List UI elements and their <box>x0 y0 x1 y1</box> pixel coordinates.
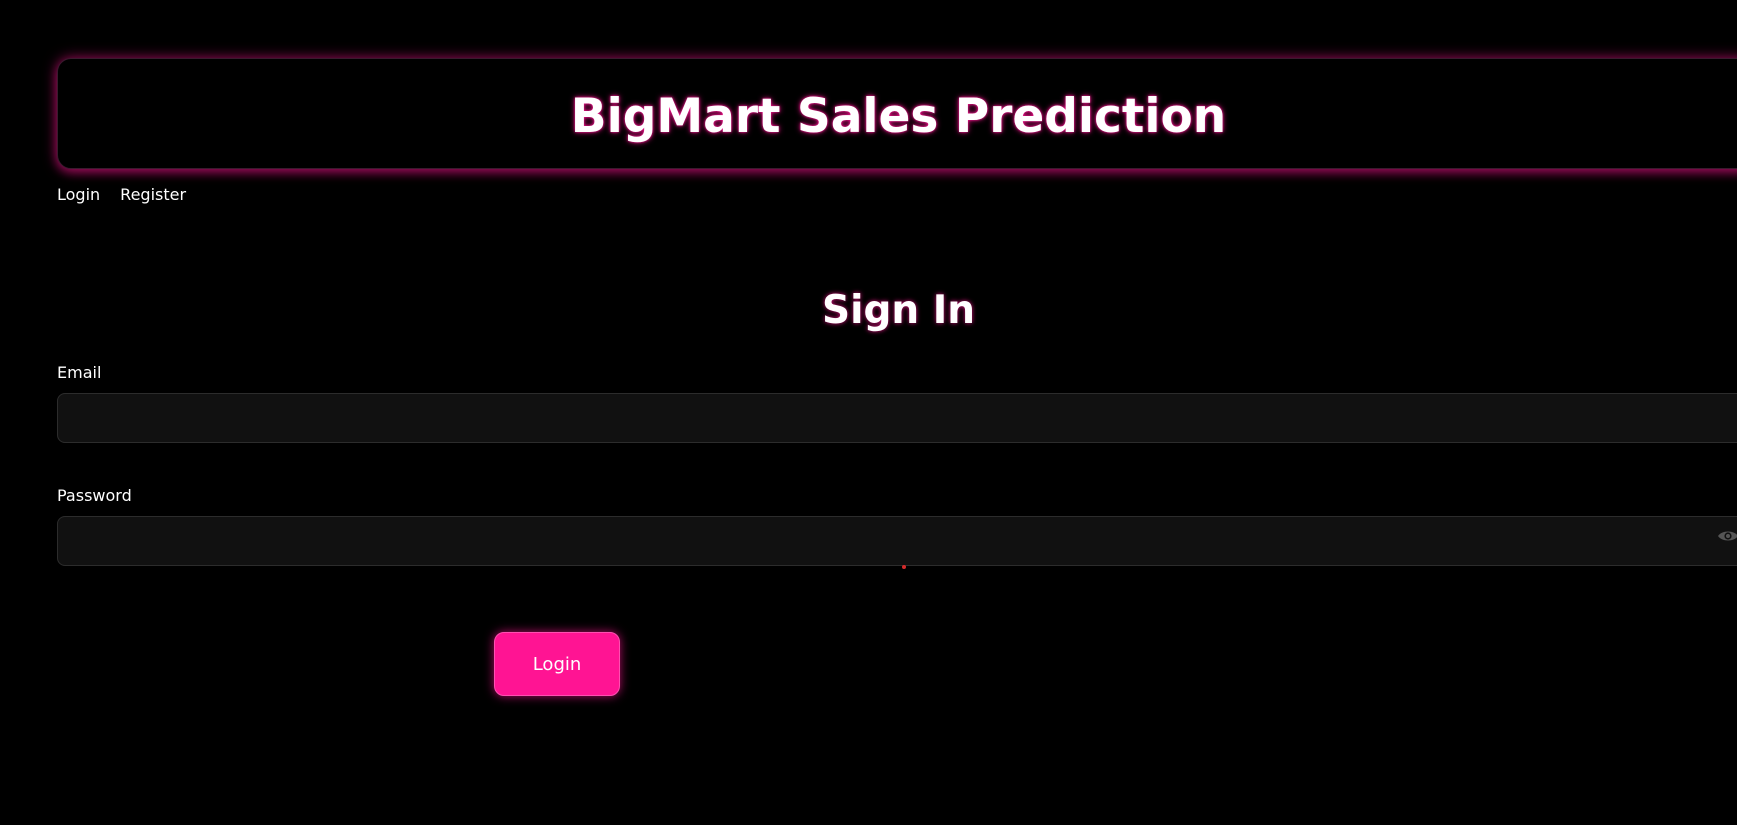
top-nav: Login Register <box>57 183 186 207</box>
password-input[interactable] <box>58 517 1737 565</box>
nav-register-link[interactable]: Register <box>120 183 186 207</box>
eye-icon[interactable] <box>1717 528 1737 542</box>
login-button[interactable]: Login <box>494 632 620 696</box>
email-input[interactable] <box>58 394 1737 442</box>
password-label: Password <box>57 486 132 505</box>
nav-login-link[interactable]: Login <box>57 183 100 207</box>
page: BigMart Sales Prediction Login Register … <box>0 0 1737 825</box>
email-label: Email <box>57 363 102 382</box>
email-field-container <box>57 393 1737 443</box>
cursor-dot <box>902 565 906 569</box>
password-field-container <box>57 516 1737 566</box>
app-title: BigMart Sales Prediction <box>570 89 1227 144</box>
sign-in-heading: Sign In <box>822 288 975 333</box>
